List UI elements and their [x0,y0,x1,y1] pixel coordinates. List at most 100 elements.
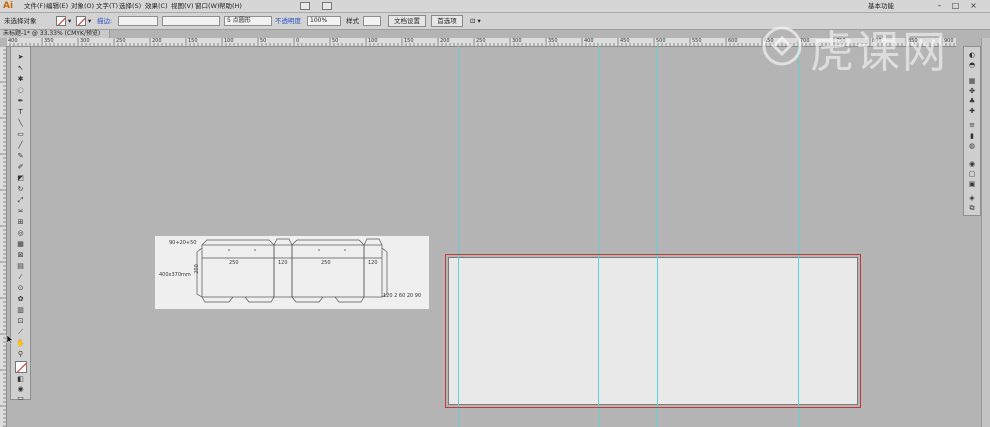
rectangle-tool-icon[interactable]: ▭ [15,130,26,138]
selection-tool-icon[interactable]: ➤ [15,53,26,61]
symbols-panel-icon[interactable]: ♣ [967,97,977,105]
style-label: 样式 [346,17,359,25]
opacity-label[interactable]: 不透明度 [275,16,301,26]
fill-swatch[interactable] [56,16,66,26]
stroke-swatch[interactable] [76,16,86,26]
shape-builder-tool-icon[interactable]: ◎ [15,229,26,237]
pen-tool-icon[interactable]: ✒ [15,97,26,105]
color-panel-icon[interactable]: ◐ [967,51,977,59]
eyedropper-tool-icon[interactable]: ⁄ [15,273,26,281]
graphic-styles-icon[interactable]: ✚ [967,107,977,115]
layers-panel-icon[interactable]: ◈ [967,194,977,202]
gradient-panel-icon[interactable]: ▮ [967,132,977,140]
menu-type[interactable]: 文字(T) [96,0,118,12]
line-tool-icon[interactable]: ╲ [15,119,26,127]
perspective-grid-tool-icon[interactable]: ▦ [15,240,26,248]
zoom-tool-icon[interactable]: ⚲ [15,350,26,358]
arrange-icon[interactable]: ⊡ ▾ [470,16,481,26]
ref-panel-label: 120 [278,260,288,266]
ruler-tick-label: 550 [692,38,702,44]
vertical-scrollbar[interactable] [981,38,990,427]
swatches-panel-icon[interactable]: ▦ [967,77,977,85]
pencil-tool-icon[interactable]: ✎ [15,152,26,160]
type-tool-icon[interactable]: T [15,108,26,116]
style-swatch[interactable] [363,16,381,26]
chevron-down-icon[interactable]: ▾ [68,16,71,26]
ruler-tick-label: 300 [80,38,90,44]
eraser-tool-icon[interactable]: ◩ [15,174,26,182]
document-tab[interactable]: 未标题-1* @ 33.33% (CMYK/预览) [0,30,110,38]
artboards-panel-icon[interactable]: ⧉ [967,204,977,212]
guide-line[interactable] [458,257,459,405]
appearance-panel-icon[interactable]: ◉ [967,160,977,168]
color-mode-icon[interactable]: ◧ [15,375,26,383]
maximize-button[interactable]: □ [950,1,961,10]
menu-select[interactable]: 选择(S) [119,0,141,12]
menu-edit[interactable]: 编辑(E) [46,0,68,12]
drawing-mode-icon[interactable]: ◉ [15,385,26,393]
ruler-tick-label: 250 [476,38,486,44]
ruler-tick-label: 50 [260,38,267,44]
preferences-button[interactable]: 首选项 [431,15,463,27]
magic-wand-tool-icon[interactable]: ✱ [15,75,26,83]
menu-help[interactable]: 帮助(H) [219,0,242,12]
ruler-left[interactable] [0,46,7,427]
artboard-tool-icon[interactable]: ⊡ [15,317,26,325]
brushes-panel-icon[interactable]: ✤ [967,87,977,95]
width-tool-icon[interactable]: ≍ [15,207,26,215]
placed-reference-image[interactable]: 90+20+50 400x370mm 200 250 120 250 120 1… [155,236,429,309]
ruler-tick-label: 250 [116,38,126,44]
ruler-tick-label: 0 [296,38,300,44]
ruler-tick-label: 150 [188,38,198,44]
lasso-tool-icon[interactable]: ◌ [15,86,26,94]
bridge-icon[interactable] [300,2,310,10]
opacity-input[interactable]: 100% [307,16,341,26]
variable-width-profile[interactable] [162,16,220,26]
workspace-switcher[interactable]: 基本功能 [868,0,894,12]
stroke-panel-icon[interactable]: ≡ [967,121,977,129]
guide-line[interactable] [657,257,658,405]
minimize-button[interactable]: – [934,1,945,10]
chevron-down-icon[interactable]: ▾ [88,16,91,26]
color-guide-icon[interactable]: ◓ [967,61,977,69]
menu-window[interactable]: 窗口(W) [195,0,220,12]
direct-selection-tool-icon[interactable]: ↖ [15,64,26,72]
guide-line[interactable] [598,257,599,405]
document-setup-button[interactable]: 文档设置 [388,15,426,27]
menu-file[interactable]: 文件(F) [24,0,46,12]
ruler-tick-label: 300 [512,38,522,44]
ruler-tick-label: 50 [332,38,339,44]
blend-tool-icon[interactable]: ⊙ [15,284,26,292]
close-button[interactable]: × [968,1,979,10]
graphic-style-icon[interactable]: ▢ [967,170,977,178]
symbol-sprayer-tool-icon[interactable]: ✿ [15,295,26,303]
blob-brush-tool-icon[interactable]: ✐ [15,163,26,171]
gradient-tool-icon[interactable]: ▤ [15,262,26,270]
panel-dock: ◐ ◓ ▦ ✤ ♣ ✚ ≡ ▮ ◍ ◉ ▢ ▣ ◈ ⧉ [963,46,981,216]
menu-effect[interactable]: 效果(C) [145,0,168,12]
ref-bottom-dims: 120 2 60 20 90 [383,293,422,299]
arrange-documents-icon[interactable] [322,2,332,10]
paintbrush-tool-icon[interactable]: ╱ [15,141,26,149]
stroke-weight-input[interactable] [118,16,158,26]
menu-object[interactable]: 对象(O) [71,0,94,12]
screen-mode-icon[interactable]: ▭ [15,394,26,402]
mesh-tool-icon[interactable]: ⊠ [15,251,26,259]
fill-stroke-swatch[interactable] [15,361,27,373]
brush-definition[interactable]: 5 点圆形 [224,16,272,26]
artboard[interactable] [448,257,858,405]
menu-view[interactable]: 视图(V) [171,0,194,12]
guide-line[interactable] [798,257,799,405]
ruler-tick-label: 400 [584,38,594,44]
watermark-logo-icon [762,26,802,66]
free-transform-tool-icon[interactable]: ⊞ [15,218,26,226]
stroke-label[interactable]: 描边: [97,16,112,26]
links-panel-icon[interactable]: ▣ [967,180,977,188]
slice-tool-icon[interactable]: ⟋ [15,328,26,336]
transparency-panel-icon[interactable]: ◍ [967,142,977,150]
hand-tool-icon[interactable]: ✋ [15,339,26,347]
rotate-tool-icon[interactable]: ↻ [15,185,26,193]
column-graph-tool-icon[interactable]: ▥ [15,306,26,314]
watermark-text: 虎课网 [810,27,948,78]
scale-tool-icon[interactable]: ⤢ [15,196,26,204]
